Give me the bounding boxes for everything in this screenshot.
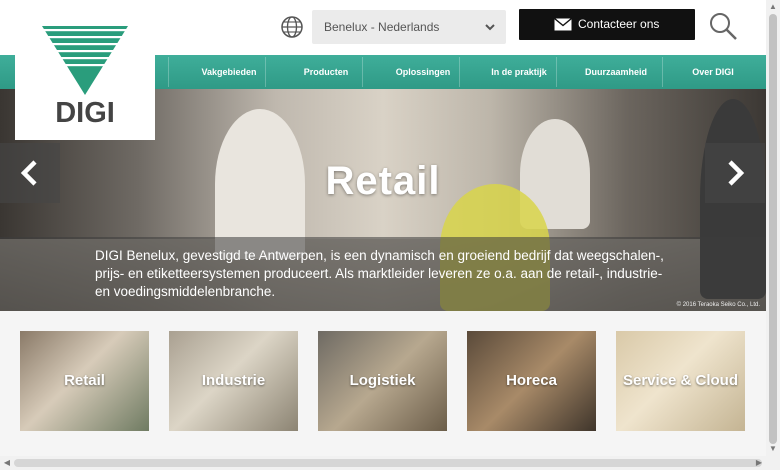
- copyright-note: © 2016 Teraoka Seiko Co., Ltd.: [676, 302, 760, 308]
- category-tiles: Retail Industrie Logistiek Horeca Servic…: [0, 311, 766, 456]
- contact-button[interactable]: Contacteer ons: [519, 9, 695, 40]
- hero-caption-text: DIGI Benelux, gevestigd te Antwerpen, is…: [95, 248, 664, 299]
- hero-title: Retail: [325, 159, 441, 203]
- search-icon[interactable]: [708, 11, 738, 41]
- tile-label: Industrie: [201, 372, 266, 389]
- region-select-value: Benelux - Nederlands: [324, 20, 440, 34]
- tile-label: Service & Cloud: [622, 372, 739, 389]
- tile-logistiek[interactable]: Logistiek: [318, 331, 447, 431]
- scroll-down-icon[interactable]: ▼: [766, 442, 780, 456]
- logo-mark: DIGI: [42, 26, 128, 129]
- carousel-next-button[interactable]: [705, 143, 765, 203]
- tile-service-cloud[interactable]: Service & Cloud: [616, 331, 745, 431]
- region-select[interactable]: Benelux - Nederlands: [312, 10, 506, 44]
- nav-item-duurzaamheid[interactable]: Duurzaamheid: [566, 55, 666, 89]
- contact-button-label: Contacteer ons: [578, 17, 660, 31]
- tile-label: Logistiek: [349, 372, 416, 389]
- nav-divider: [168, 57, 169, 87]
- hero-caption: DIGI Benelux, gevestigd te Antwerpen, is…: [0, 237, 766, 311]
- vertical-scrollbar[interactable]: ▲ ▼: [766, 0, 780, 456]
- scroll-left-icon[interactable]: ◀: [0, 456, 14, 470]
- tile-retail[interactable]: Retail: [20, 331, 149, 431]
- horizontal-scrollbar[interactable]: ◀ ▶: [0, 456, 780, 470]
- nav-item-in-de-praktijk[interactable]: In de praktijk: [470, 55, 568, 89]
- envelope-icon: [554, 18, 572, 31]
- globe-icon[interactable]: [280, 15, 304, 39]
- nav-item-over-digi[interactable]: Over DIGI: [666, 55, 760, 89]
- page: Benelux - Nederlands Contacteer ons Vakg…: [0, 0, 780, 470]
- carousel-prev-button[interactable]: [0, 143, 60, 203]
- tile-label: Retail: [64, 372, 105, 389]
- tile-label: Horeca: [506, 372, 557, 389]
- scroll-right-icon[interactable]: ▶: [752, 456, 766, 470]
- scroll-up-icon[interactable]: ▲: [766, 0, 780, 14]
- nav-item-vakgebieden[interactable]: Vakgebieden: [180, 55, 278, 89]
- digi-logo[interactable]: DIGI: [15, 0, 155, 140]
- nav-item-producten[interactable]: Producten: [277, 55, 375, 89]
- tile-industrie[interactable]: Industrie: [169, 331, 298, 431]
- nav-item-oplossingen[interactable]: Oplossingen: [374, 55, 472, 89]
- logo-text: DIGI: [55, 97, 115, 129]
- horizontal-scroll-thumb[interactable]: [14, 459, 762, 467]
- chevron-left-icon: [20, 160, 37, 186]
- vertical-scroll-thumb[interactable]: [769, 14, 777, 444]
- chevron-right-icon: [728, 160, 745, 186]
- chevron-down-icon: [485, 24, 495, 31]
- tile-horeca[interactable]: Horeca: [467, 331, 596, 431]
